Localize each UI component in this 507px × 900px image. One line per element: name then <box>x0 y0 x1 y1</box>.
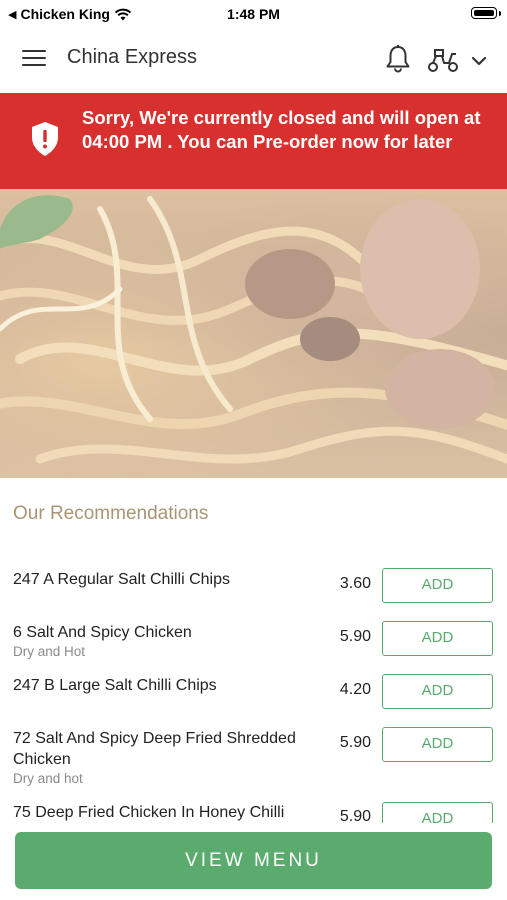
bell-icon[interactable] <box>384 44 412 74</box>
item-price: 5.90 <box>339 808 371 823</box>
item-name: 247 A Regular Salt Chilli Chips <box>13 571 231 588</box>
item-name: 6 Salt And Spicy Chicken <box>13 624 192 641</box>
hero-food-image <box>0 189 507 478</box>
item-name: 75 Deep Fried Chicken In Honey Chilli <box>13 804 285 821</box>
item-price: 5.90 <box>339 628 371 645</box>
item-description: Dry and Hot <box>13 644 86 659</box>
delivery-scooter-icon[interactable] <box>426 46 460 74</box>
closed-banner: Sorry, We're currently closed and will o… <box>0 93 507 189</box>
status-time: 1:48 PM <box>227 6 280 22</box>
item-name: 247 B Large Salt Chilli Chips <box>13 677 217 694</box>
add-button[interactable]: ADD <box>382 802 493 823</box>
shield-alert-icon <box>32 122 58 156</box>
add-button[interactable]: ADD <box>382 568 493 603</box>
item-description: Dry and hot <box>13 771 83 786</box>
app-header: China Express <box>0 28 507 92</box>
page-title: China Express <box>67 46 198 68</box>
menu-icon[interactable] <box>22 50 46 68</box>
status-bar: ◀ Chicken King 1:48 PM <box>0 0 507 28</box>
item-price: 3.60 <box>339 575 371 592</box>
view-menu-button[interactable]: VIEW MENU <box>15 832 492 889</box>
item-price: 4.20 <box>339 681 371 698</box>
add-button[interactable]: ADD <box>382 674 493 709</box>
recommendations-list: 247 A Regular Salt Chilli Chips 3.60 ADD… <box>0 555 507 823</box>
banner-message: Sorry, We're currently closed and will o… <box>82 107 481 152</box>
add-button[interactable]: ADD <box>382 727 493 762</box>
item-price: 5.90 <box>339 734 371 751</box>
item-name: 72 Salt And Spicy Deep Fried Shredded Ch… <box>13 730 296 768</box>
battery-icon <box>471 7 497 19</box>
add-button[interactable]: ADD <box>382 621 493 656</box>
chevron-down-icon[interactable] <box>468 50 490 72</box>
section-title: Our Recommendations <box>13 503 209 524</box>
